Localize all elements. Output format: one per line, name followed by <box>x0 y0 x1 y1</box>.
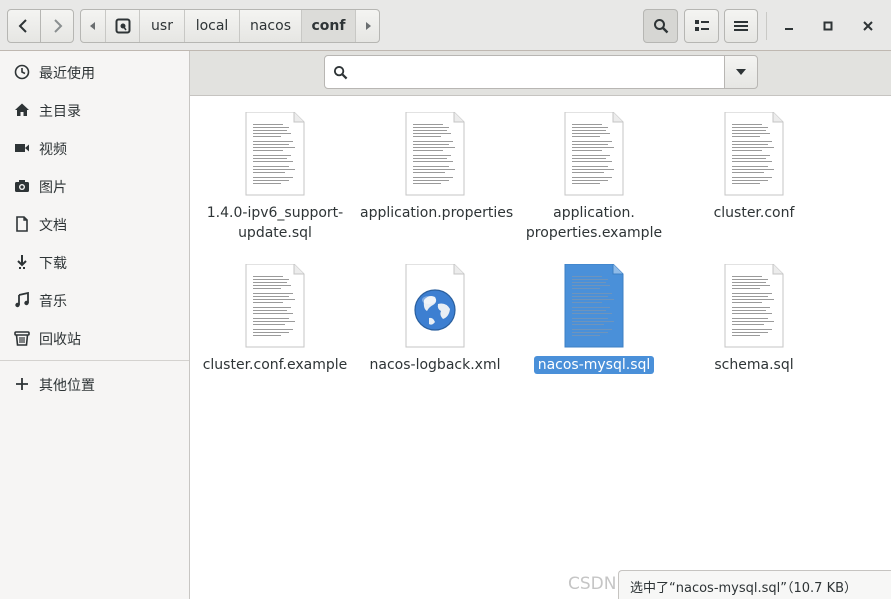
clock-icon <box>14 64 30 80</box>
drive-icon <box>115 18 130 34</box>
text-file-icon <box>724 264 784 348</box>
header-bar: usr local nacos conf <box>0 0 891 51</box>
triangle-left-icon <box>90 22 95 30</box>
file-view: 1.4.0-ipv6_support-update.sql applicatio… <box>190 96 891 599</box>
status-bar: 选中了“nacos-mysql.sql”（10.7 KB） <box>618 570 891 599</box>
file-name: nacos-mysql.sql <box>533 356 655 374</box>
header-separator <box>766 12 767 40</box>
path-bar: usr local nacos conf <box>80 9 380 43</box>
text-file-icon <box>724 112 784 196</box>
text-file-icon <box>564 264 624 348</box>
sidebar-item-downloads[interactable]: 下载 <box>0 243 189 281</box>
xml-file-globe-icon <box>405 264 465 348</box>
chevron-left-icon <box>18 19 27 33</box>
hamburger-icon <box>734 21 748 31</box>
sidebar-item-music[interactable]: 音乐 <box>0 281 189 319</box>
sidebar: 最近使用 主目录 视频 图片 文档 下载 音乐 回收站 其他位置 <box>0 51 190 599</box>
file-name: application. <box>553 205 635 221</box>
path-scroll-left-button[interactable] <box>81 10 105 42</box>
minimize-button[interactable] <box>772 9 806 43</box>
sidebar-item-other-locations[interactable]: 其他位置 <box>0 365 189 403</box>
file-name: 1.4.0-ipv6_support- <box>206 205 344 221</box>
sidebar-item-label: 其他位置 <box>39 378 95 394</box>
sidebar-item-label: 下载 <box>39 256 67 272</box>
forward-button[interactable] <box>40 9 74 43</box>
search-input[interactable] <box>355 62 715 82</box>
search-options-button[interactable] <box>724 55 758 89</box>
video-icon <box>14 140 30 156</box>
sidebar-item-label: 最近使用 <box>39 66 95 82</box>
sidebar-item-label: 主目录 <box>39 104 81 120</box>
maximize-icon <box>823 21 833 31</box>
plus-icon <box>14 376 30 392</box>
file-name-line2: update.sql <box>238 225 312 241</box>
sidebar-item-trash[interactable]: 回收站 <box>0 319 189 357</box>
path-segment-local[interactable]: local <box>184 10 239 42</box>
menu-button[interactable] <box>724 9 758 43</box>
path-scroll-right-button[interactable] <box>355 10 379 42</box>
path-segment-root[interactable] <box>105 10 139 42</box>
close-icon <box>863 21 873 31</box>
home-icon <box>14 102 30 118</box>
sidebar-item-label: 回收站 <box>39 332 81 348</box>
path-segment-usr[interactable]: usr <box>139 10 184 42</box>
text-file-icon <box>564 112 624 196</box>
sidebar-item-videos[interactable]: 视频 <box>0 129 189 167</box>
sidebar-item-label: 音乐 <box>39 294 67 310</box>
triangle-right-icon <box>365 22 371 30</box>
document-icon <box>14 216 30 232</box>
maximize-button[interactable] <box>811 9 845 43</box>
minimize-icon <box>785 28 793 30</box>
sidebar-item-label: 文档 <box>39 218 67 234</box>
search-bar <box>190 51 891 96</box>
sidebar-item-home[interactable]: 主目录 <box>0 91 189 129</box>
search-toggle-button[interactable] <box>643 9 678 43</box>
file-name: nacos-logback.xml <box>369 357 501 373</box>
chevron-right-icon <box>54 19 63 33</box>
close-button[interactable] <box>851 9 885 43</box>
text-file-icon <box>405 112 465 196</box>
path-segment-conf[interactable]: conf <box>301 10 355 42</box>
search-field <box>324 55 725 89</box>
file-name: cluster.conf.example <box>202 357 348 373</box>
search-icon <box>653 19 668 34</box>
sidebar-item-label: 视频 <box>39 142 67 158</box>
path-segment-nacos[interactable]: nacos <box>239 10 301 42</box>
camera-icon <box>14 178 30 194</box>
text-file-icon <box>245 112 305 196</box>
list-view-icon <box>694 20 709 31</box>
search-icon <box>333 65 348 80</box>
file-name: cluster.conf <box>713 205 795 221</box>
sidebar-item-documents[interactable]: 文档 <box>0 205 189 243</box>
view-toggle-button[interactable] <box>684 9 719 43</box>
music-icon <box>14 292 30 308</box>
download-icon <box>14 254 30 270</box>
sidebar-item-recent[interactable]: 最近使用 <box>0 53 189 91</box>
sidebar-divider <box>0 360 189 361</box>
sidebar-item-label: 图片 <box>39 180 67 196</box>
file-name-line2: properties.example <box>525 225 663 241</box>
text-file-icon <box>245 264 305 348</box>
file-name: schema.sql <box>714 357 794 373</box>
chevron-down-icon <box>736 69 746 75</box>
trash-icon <box>14 330 30 346</box>
file-name: application.properties <box>360 205 514 221</box>
sidebar-item-pictures[interactable]: 图片 <box>0 167 189 205</box>
back-button[interactable] <box>7 9 41 43</box>
